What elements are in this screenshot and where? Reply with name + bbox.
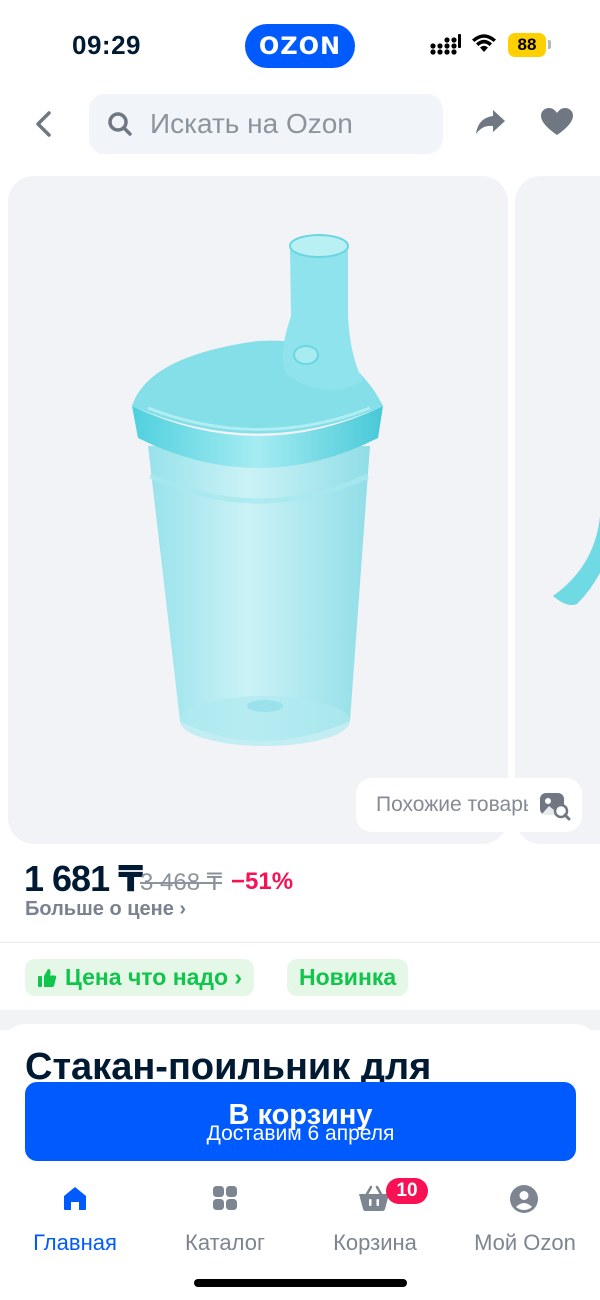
home-icon <box>64 1187 86 1210</box>
tab-cart[interactable]: 10 Корзина <box>300 1178 450 1255</box>
good-price-badge[interactable]: Цена что надо › <box>25 959 255 996</box>
cart-count-badge: 10 <box>386 1178 428 1204</box>
tab-home-label: Главная <box>33 1230 117 1255</box>
similar-search-icon <box>540 793 571 821</box>
status-bar: 09:29 OZON 88 <box>0 0 600 90</box>
product-gallery[interactable]: Похожие товары <box>0 176 600 844</box>
good-price-label: Цена что надо › <box>65 964 243 990</box>
tab-home[interactable]: Главная <box>0 1182 150 1255</box>
sippy-cup-image <box>132 234 383 746</box>
tab-cart-label: Корзина <box>333 1230 417 1255</box>
delivery-date: Доставим 6 апреля <box>206 1122 395 1145</box>
product-title: Стакан-поильник для <box>25 1046 432 1084</box>
tab-catalog-label: Каталог <box>185 1230 265 1255</box>
similar-products-button[interactable]: Похожие товары <box>356 778 582 832</box>
old-price: 3 468 ₸ <box>140 869 222 896</box>
next-photo-preview[interactable] <box>515 176 600 844</box>
current-price: 1 681 ₸ <box>24 858 143 899</box>
share-icon[interactable] <box>473 106 507 138</box>
price-details-link[interactable]: Больше о цене › <box>25 898 186 921</box>
divider <box>0 942 600 943</box>
home-indicator <box>194 1279 407 1287</box>
heart-icon[interactable] <box>540 107 574 137</box>
back-icon[interactable] <box>26 104 62 144</box>
profile-icon <box>510 1185 538 1213</box>
wifi-icon <box>472 34 496 52</box>
tab-profile-label: Мой Ozon <box>474 1230 576 1255</box>
signal-icon <box>430 34 461 55</box>
product-photo[interactable] <box>8 176 508 844</box>
battery-icon: 88 <box>508 33 546 57</box>
similar-products-label: Похожие товары <box>376 793 528 816</box>
tab-profile[interactable]: Мой Ozon <box>450 1182 600 1255</box>
tab-catalog[interactable]: Каталог <box>150 1182 300 1255</box>
new-badge: Новинка <box>287 959 409 996</box>
next-photo-image <box>553 516 600 605</box>
thumbs-up-icon <box>38 969 57 987</box>
battery-tip <box>548 40 551 49</box>
status-time: 09:29 <box>72 30 141 60</box>
ozon-app-pill[interactable]: OZON <box>245 24 355 68</box>
search-placeholder: Искать на Ozon <box>150 108 353 139</box>
product-title-card: Стакан-поильник для <box>0 1024 600 1084</box>
catalog-icon <box>213 1186 237 1210</box>
discount-percent: −51% <box>231 868 294 895</box>
add-to-cart-button[interactable]: В корзину Доставим 6 апреля <box>25 1082 576 1161</box>
search-input[interactable]: Искать на Ozon <box>89 94 443 154</box>
search-icon <box>108 112 132 136</box>
